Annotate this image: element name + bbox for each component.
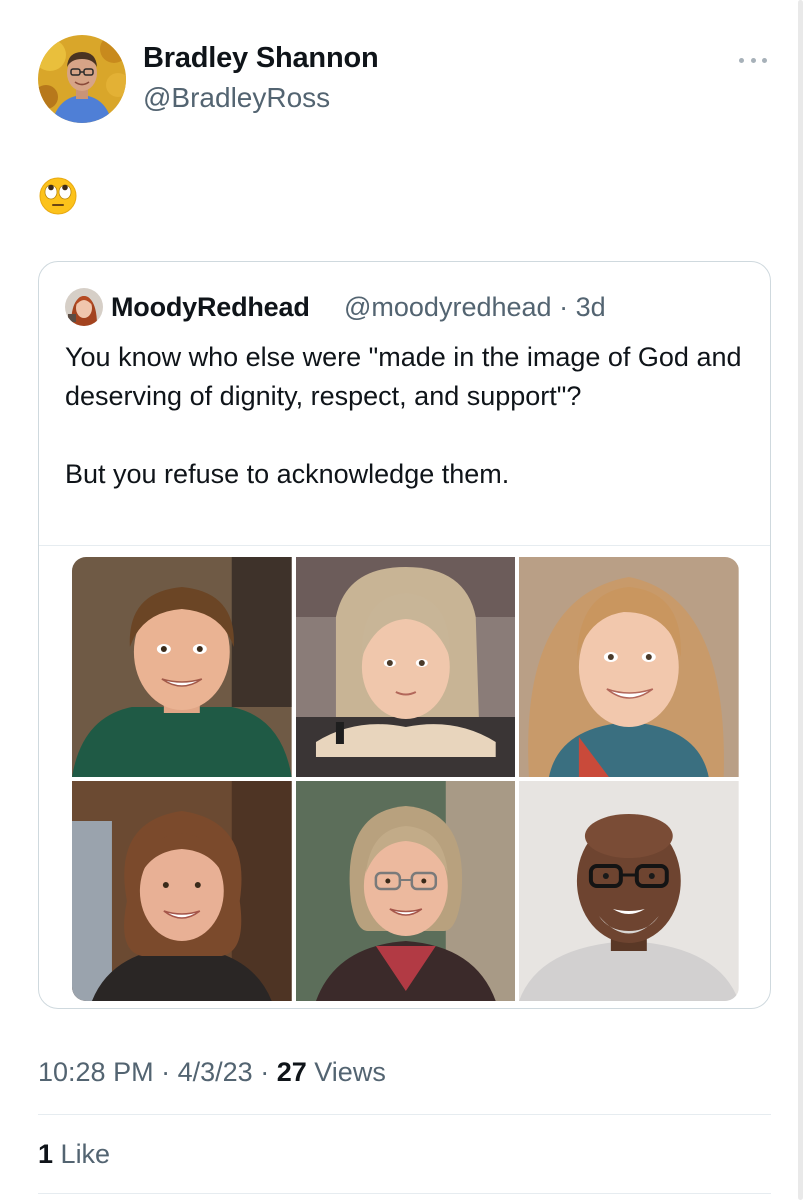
meta-separator: ·: [559, 292, 569, 322]
photo-girl-resting-chin[interactable]: [295, 557, 516, 777]
quoted-author-avatar[interactable]: [65, 288, 103, 326]
quoted-divider: [39, 545, 770, 546]
tweet: Bradley Shannon @BradleyRoss MoodyRedhea…: [0, 0, 809, 1200]
likes-count: 1: [38, 1139, 54, 1169]
more-options-button[interactable]: [736, 48, 770, 72]
timestamp-separator: ·: [260, 1057, 270, 1087]
quoted-author-meta: @moodyredhead · 3d: [344, 292, 606, 323]
ellipsis-icon: [750, 57, 756, 63]
footer-divider: [38, 1193, 771, 1194]
profile-photo-icon: [65, 288, 103, 326]
tweet-time[interactable]: 10:28 PM: [38, 1057, 154, 1087]
quoted-author-handle[interactable]: @moodyredhead: [344, 292, 552, 322]
ellipsis-icon: [762, 57, 767, 63]
tweet-timestamp: 10:28 PM · 4/3/23 · 27 Views: [38, 1057, 386, 1088]
tweet-text: [38, 176, 82, 216]
photo-girl-smiling[interactable]: [519, 557, 739, 777]
quoted-text-paragraph-1: You know who else were "made in the imag…: [65, 342, 750, 411]
views-count: 27: [276, 1057, 307, 1087]
author-handle[interactable]: @BradleyRoss: [143, 82, 330, 114]
face-with-rolling-eyes-icon: [39, 177, 77, 215]
photo-man-glasses[interactable]: [519, 781, 739, 1001]
quoted-text-paragraph-2: But you refuse to acknowledge them.: [65, 459, 510, 489]
quoted-author-name[interactable]: MoodyRedhead: [111, 292, 310, 323]
views-label: Views: [314, 1057, 386, 1087]
photo-woman-glasses[interactable]: [295, 781, 516, 1001]
likes-label: Like: [60, 1139, 111, 1169]
photo-grid: [72, 557, 739, 1001]
scrollbar[interactable]: [798, 0, 803, 1200]
likes-link[interactable]: 1 Like: [38, 1139, 110, 1170]
quoted-tweet-card[interactable]: MoodyRedhead @moodyredhead · 3d You know…: [38, 261, 771, 1009]
profile-photo-icon: [38, 35, 126, 123]
tweet-date[interactable]: 4/3/23: [178, 1057, 253, 1087]
quoted-tweet-text: You know who else were "made in the imag…: [65, 338, 745, 494]
timestamp-separator: ·: [161, 1057, 171, 1087]
photo-boy[interactable]: [72, 557, 292, 777]
footer-divider: [38, 1114, 771, 1115]
ellipsis-icon: [739, 57, 744, 63]
author-avatar[interactable]: [38, 35, 126, 123]
quoted-tweet-age[interactable]: 3d: [576, 292, 606, 322]
author-name[interactable]: Bradley Shannon: [143, 42, 379, 75]
photo-woman-curly-hair[interactable]: [72, 781, 292, 1001]
